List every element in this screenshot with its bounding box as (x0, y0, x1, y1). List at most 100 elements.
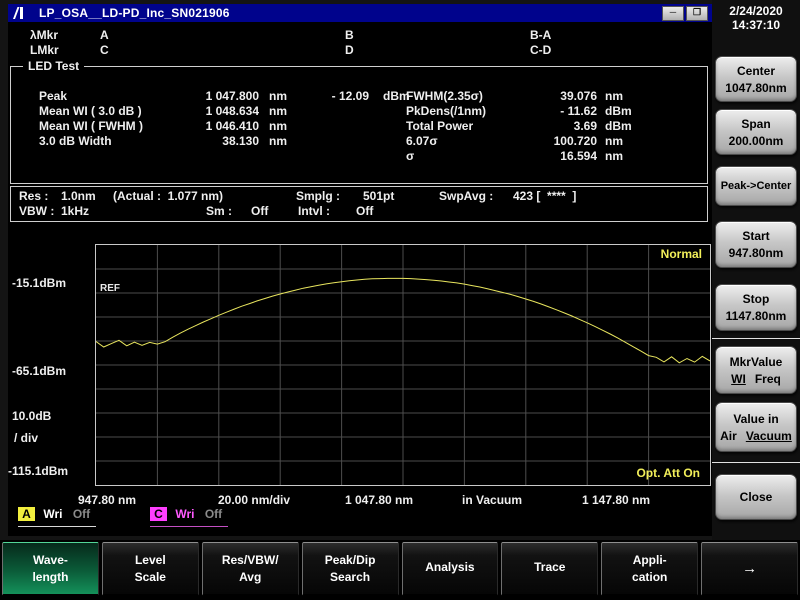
trace-c-badge: C (150, 507, 167, 521)
menu-key-label: Wave- (32, 553, 68, 567)
menu-key-label: Analysis (425, 560, 475, 574)
trace-a-state: Off (72, 507, 91, 521)
sm-value: Off (251, 204, 269, 218)
softkey-label: Close (739, 490, 773, 504)
menu-key-wavelength[interactable]: Wave- length (2, 542, 99, 596)
menu-key-label: Res/VBW/ (221, 553, 279, 567)
measurement-label: σ (406, 149, 415, 163)
x-axis-center-label: 1 047.80 nm (345, 493, 414, 507)
anritsu-logo-icon (13, 7, 23, 19)
menu-key-peak-dip-search[interactable]: Peak/Dip Search (301, 542, 399, 596)
mkr-value-option-wl[interactable]: WI (731, 372, 746, 386)
softkey-label: Span (741, 116, 771, 131)
spectrum-canvas (96, 245, 710, 485)
vbw-label: VBW : (19, 204, 55, 218)
led-test-results-box: LED Test Peak 1 047.800 nm - 12.09 dBm M… (10, 59, 708, 184)
vbw-value: 1kHz (61, 204, 90, 218)
menu-key-more-arrow[interactable]: → (701, 542, 798, 596)
menu-key-label: Scale (134, 570, 166, 584)
minimize-button[interactable]: ─ (662, 5, 684, 21)
marker-d-label: D (345, 43, 354, 57)
marker-b-label: B (345, 28, 354, 42)
menu-key-label: cation (632, 570, 668, 584)
marker-c-d-label: C-D (530, 43, 552, 57)
trace-c-state: Off (204, 507, 223, 521)
menu-key-label: Trace (534, 560, 566, 574)
trace-a-status: A Wri Off (18, 507, 96, 527)
y-axis-top-label: -15.1dBm (12, 276, 67, 290)
measurement-unit: nm (605, 149, 623, 163)
y-scale-label: / div (14, 431, 39, 445)
y-axis-bottom-label: -115.1dBm (8, 464, 69, 478)
softkey-value: 200.00nm (728, 133, 784, 148)
softkey-stop[interactable]: Stop 1147.80nm (715, 284, 797, 331)
softkey-start[interactable]: Start 947.80nm (715, 221, 797, 268)
smplg-label: Smplg : (296, 189, 340, 203)
softkey-value: 1147.80nm (725, 309, 787, 323)
clock: 2/24/2020 14:37:10 (712, 4, 800, 32)
analysis-section-title: LED Test (23, 59, 85, 73)
trace-a-badge: A (18, 507, 35, 521)
wl-marker-label: λMkr (30, 28, 59, 42)
menu-key-trace[interactable]: Trace (501, 542, 599, 596)
value-in-option-air[interactable]: Air (720, 429, 737, 443)
menu-key-label: Peak/Dip (324, 553, 376, 567)
sweep-settings-box: Res : 1.0nm (Actual : 1.077 nm) Smplg : … (10, 186, 708, 222)
osa-screen: LP_OSA__LD-PD_Inc_SN021906 ─ ❐ λMkr A B … (8, 4, 712, 536)
measurement-unit: dBm (605, 119, 632, 133)
menu-key-label: length (32, 570, 69, 584)
date-text: 2/24/2020 (729, 4, 783, 18)
res-value: 1.0nm (61, 189, 96, 203)
x-axis-div-label: 20.00 nm/div (218, 493, 291, 507)
lv-marker-label: LMkr (30, 43, 59, 57)
menu-key-label: Search (330, 570, 371, 584)
measurement-value: 100.720 (553, 134, 597, 148)
softkey-label: MkrValue (729, 354, 783, 369)
res-actual: (Actual : 1.077 nm) (113, 189, 224, 203)
softkey-peak-to-center[interactable]: Peak->Center (715, 166, 797, 206)
marker-a-label: A (100, 28, 109, 42)
time-text: 14:37:10 (731, 18, 781, 32)
optical-att-label: Opt. Att On (636, 466, 700, 480)
softkey-label: Value in (733, 411, 779, 426)
menu-key-application[interactable]: Appli- cation (601, 542, 699, 596)
measurement-value: 16.594 (560, 149, 597, 163)
softkey-mkr-value[interactable]: MkrValue WI Freq (715, 346, 797, 394)
x-axis-stop-label: 1 147.80 nm (582, 493, 651, 507)
osa-application-window: LP_OSA__LD-PD_Inc_SN021906 ─ ❐ λMkr A B … (0, 0, 800, 600)
titlebar: LP_OSA__LD-PD_Inc_SN021906 ─ ❐ (8, 4, 712, 22)
softkey-span[interactable]: Span 200.00nm (715, 109, 797, 155)
measurement-value: - 11.62 (560, 104, 597, 118)
menu-key-level-scale[interactable]: Level Scale (101, 542, 199, 596)
measurement-value: 3.69 (573, 119, 597, 133)
measurement-unit: dBm (605, 104, 632, 118)
y-axis-mid-label: -65.1dBm (12, 364, 67, 378)
measurement-row: 6.07σ 100.720 nm (11, 134, 707, 148)
swpavg-value: 423 [ **** ] (513, 189, 577, 203)
intvl-value: Off (356, 204, 374, 218)
softkey-label: Stop (742, 292, 770, 306)
measurement-unit: nm (605, 89, 623, 103)
softkey-separator (712, 338, 800, 339)
menu-key-label: Appli- (632, 553, 667, 567)
softkey-value-in[interactable]: Value in Air Vacuum (715, 402, 797, 452)
measurement-label: 6.07σ (406, 134, 438, 148)
softkey-close[interactable]: Close (715, 474, 797, 520)
measurement-unit: nm (605, 134, 623, 148)
app-title: LP_OSA__LD-PD_Inc_SN021906 (39, 6, 230, 20)
trace-a-mode: Wri (43, 507, 63, 521)
softkey-separator (712, 462, 800, 463)
x-axis-medium-label: in Vacuum (462, 493, 523, 507)
softkey-value: 1047.80nm (725, 80, 787, 95)
swpavg-label: SwpAvg : (439, 189, 494, 203)
menu-key-analysis[interactable]: Analysis (401, 542, 499, 596)
menu-key-res-vbw-avg[interactable]: Res/VBW/ Avg (201, 542, 299, 596)
measurement-label: Total Power (406, 119, 474, 133)
softkey-label: Start (742, 229, 770, 243)
measurement-row: FWHM(2.35σ) 39.076 nm (11, 89, 707, 103)
restore-button[interactable]: ❐ (686, 5, 708, 21)
softkey-center[interactable]: Center 1047.80nm (715, 56, 797, 102)
mkr-value-option-freq[interactable]: Freq (755, 372, 781, 386)
measurement-value: 39.076 (560, 89, 597, 103)
value-in-option-vacuum[interactable]: Vacuum (746, 429, 792, 443)
